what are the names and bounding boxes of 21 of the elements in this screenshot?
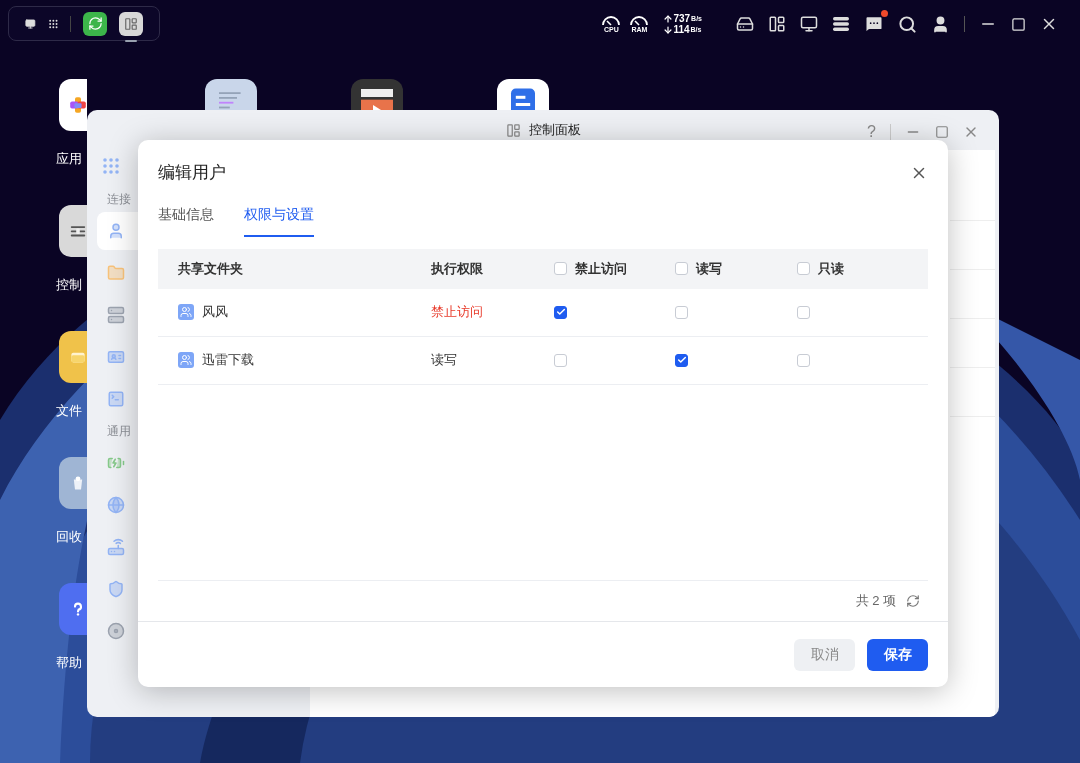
desktop-icon-label: 回收 <box>56 528 82 546</box>
window-title: 控制面板 <box>528 121 581 140</box>
permission-text: 禁止访问 <box>431 304 483 320</box>
column-header: 读写 <box>696 259 722 278</box>
permission-text: 读写 <box>431 352 457 368</box>
column-header: 禁止访问 <box>575 259 627 278</box>
desktop-icon-label: 帮助 <box>56 654 82 672</box>
item-count: 共 2 项 <box>855 592 896 611</box>
desktop-icon-label: 控制 <box>56 276 82 294</box>
desktop-icon-label: 应用 <box>56 150 82 168</box>
desktop-icon-label: 文件 <box>56 402 82 420</box>
sidebar-section-label: 通用 <box>107 423 132 440</box>
folder-name: 迅雷下载 <box>202 351 254 370</box>
download-speed: 114 <box>673 24 690 35</box>
dialog-title: 编辑用户 <box>158 162 226 184</box>
column-header: 只读 <box>818 259 844 278</box>
column-header: 共享文件夹 <box>178 259 243 278</box>
sidebar-section-label: 连接 <box>107 191 132 208</box>
column-header: 执行权限 <box>431 259 483 278</box>
upload-speed: 737 <box>673 13 691 24</box>
folder-name: 风风 <box>202 303 228 322</box>
